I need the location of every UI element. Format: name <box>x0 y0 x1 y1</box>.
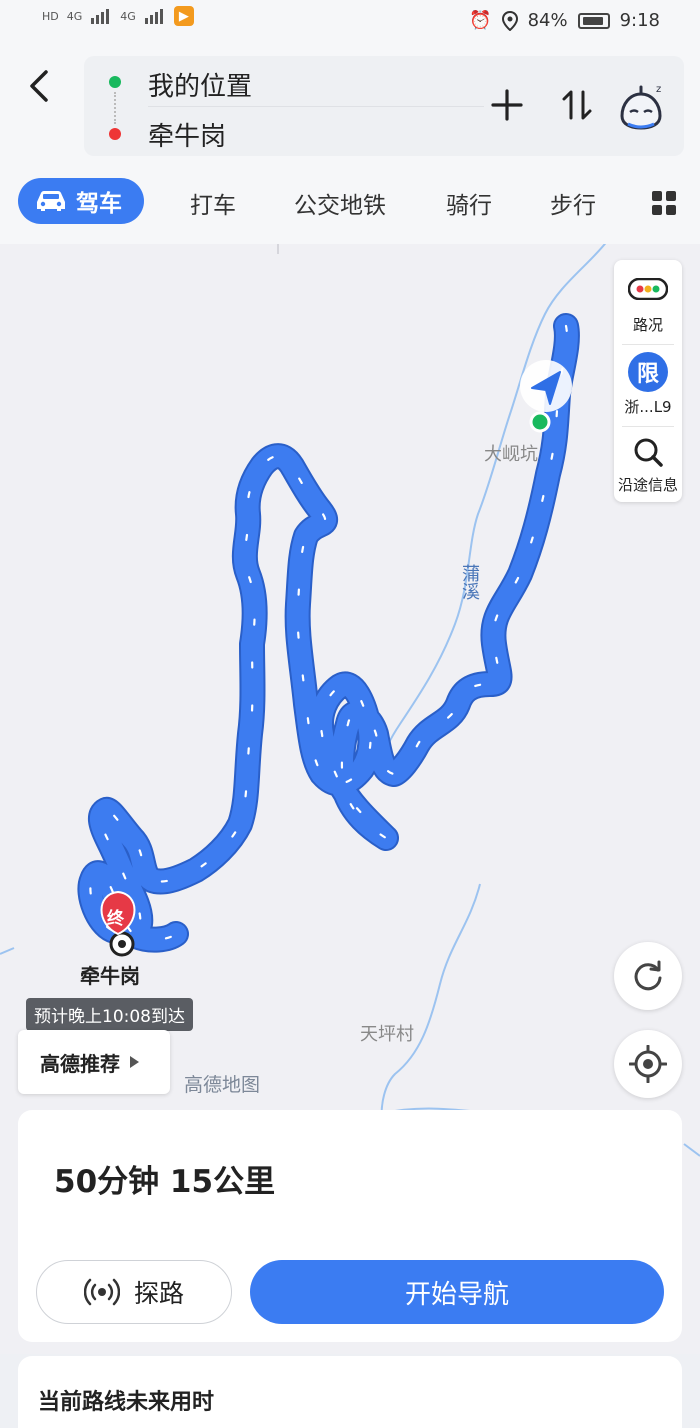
river-line <box>380 883 481 1125</box>
traffic-light-icon <box>628 278 668 300</box>
destination-label: 牵牛岗 <box>80 964 140 988</box>
tab-drive-label: 驾车 <box>76 191 122 217</box>
assistant-avatar-icon[interactable]: z <box>616 82 666 132</box>
divider <box>622 426 674 427</box>
swap-route-icon[interactable] <box>560 88 594 122</box>
plate-limit-toggle[interactable]: 限 浙...L9 <box>614 346 682 424</box>
map-watermark: 高德地图 <box>184 1074 261 1096</box>
route-path <box>77 313 580 953</box>
status-bar: HD 4G 4G ▶ ⏰ 84% 9:18 <box>0 0 700 44</box>
signal-icon <box>91 9 110 24</box>
route-header: 我的位置 牵牛岗 z 驾车 打车 公交地铁 骑行 步行 <box>0 44 700 244</box>
recommend-button[interactable]: 高德推荐 <box>18 1030 170 1094</box>
location-pin-icon <box>501 10 518 31</box>
tab-drive[interactable]: 驾车 <box>18 178 144 224</box>
tab-taxi[interactable]: 打车 <box>190 186 236 220</box>
map-label-stream: 蒲溪 <box>459 564 480 600</box>
route-input-box: 我的位置 牵牛岗 <box>84 56 684 156</box>
current-location-icon <box>520 360 572 412</box>
tab-bike[interactable]: 骑行 <box>446 186 492 220</box>
start-navigation-button[interactable]: 开始导航 <box>250 1260 664 1324</box>
map-tools-panel: 路况 限 浙...L9 沿途信息 <box>614 260 682 502</box>
origin-dot-icon <box>109 76 121 88</box>
destination-dot-icon <box>109 128 121 140</box>
along-route-label: 沿途信息 <box>617 476 678 494</box>
along-route-button[interactable]: 沿途信息 <box>614 428 682 502</box>
car-icon <box>37 191 65 211</box>
signal-4g-label-2: 4G <box>120 9 136 23</box>
future-time-title: 当前路线未来用时 <box>38 1390 215 1415</box>
signal-icon <box>144 9 163 24</box>
play-arrow-icon <box>130 1056 139 1068</box>
end-marker-label: 终 <box>107 909 124 929</box>
radar-icon <box>83 1278 120 1306</box>
refresh-route-button[interactable] <box>614 942 682 1010</box>
destination-field[interactable]: 牵牛岗 <box>148 116 226 153</box>
signal-4g-label: 4G <box>66 9 83 23</box>
tab-walk[interactable]: 步行 <box>550 186 596 220</box>
future-time-card: 当前路线未来用时 <box>18 1356 682 1428</box>
add-waypoint-icon[interactable] <box>490 88 524 122</box>
crosshair-icon <box>629 1045 667 1083</box>
river-line <box>0 947 15 955</box>
battery-percent: 84% <box>527 10 568 31</box>
back-arrow-icon[interactable] <box>24 66 54 106</box>
map-label-start-village: 大岘坑 <box>484 444 538 465</box>
route-summary-card: 50分钟 15公里 探路 开始导航 <box>18 1110 682 1342</box>
limit-label: 浙...L9 <box>624 398 672 416</box>
status-right: ⏰ 84% 9:18 <box>469 10 660 31</box>
status-left: HD 4G 4G ▶ <box>42 6 194 26</box>
traffic-toggle[interactable]: 路况 <box>614 260 682 340</box>
battery-icon <box>577 12 610 29</box>
map-label-village: 天坪村 <box>360 1024 414 1045</box>
svg-text:z: z <box>656 84 661 95</box>
traffic-label: 路况 <box>632 316 663 334</box>
start-point-icon <box>529 411 551 433</box>
recommend-label: 高德推荐 <box>40 1051 120 1076</box>
origin-field[interactable]: 我的位置 <box>148 66 252 103</box>
explore-label: 探路 <box>133 1279 184 1308</box>
travel-mode-tabs: 驾车 打车 公交地铁 骑行 步行 <box>0 176 700 232</box>
route-summary: 50分钟 15公里 <box>54 1164 276 1200</box>
signal-hd-label: HD <box>42 9 59 23</box>
tab-transit[interactable]: 公交地铁 <box>294 186 386 220</box>
more-modes-icon[interactable] <box>651 190 677 216</box>
alarm-icon: ⏰ <box>469 10 492 31</box>
explore-route-button[interactable]: 探路 <box>36 1260 232 1324</box>
clock: 9:18 <box>619 10 660 31</box>
limit-badge-icon: 限 <box>628 352 668 392</box>
eta-badge: 预计晚上10:08到达 <box>26 998 193 1031</box>
river-line <box>683 1143 700 1157</box>
search-icon <box>634 438 663 467</box>
divider <box>148 106 484 107</box>
route-connector <box>114 92 116 124</box>
divider <box>622 344 674 345</box>
refresh-icon <box>634 960 662 991</box>
locate-me-button[interactable] <box>614 1030 682 1098</box>
app-notification-icon: ▶ <box>173 6 194 26</box>
